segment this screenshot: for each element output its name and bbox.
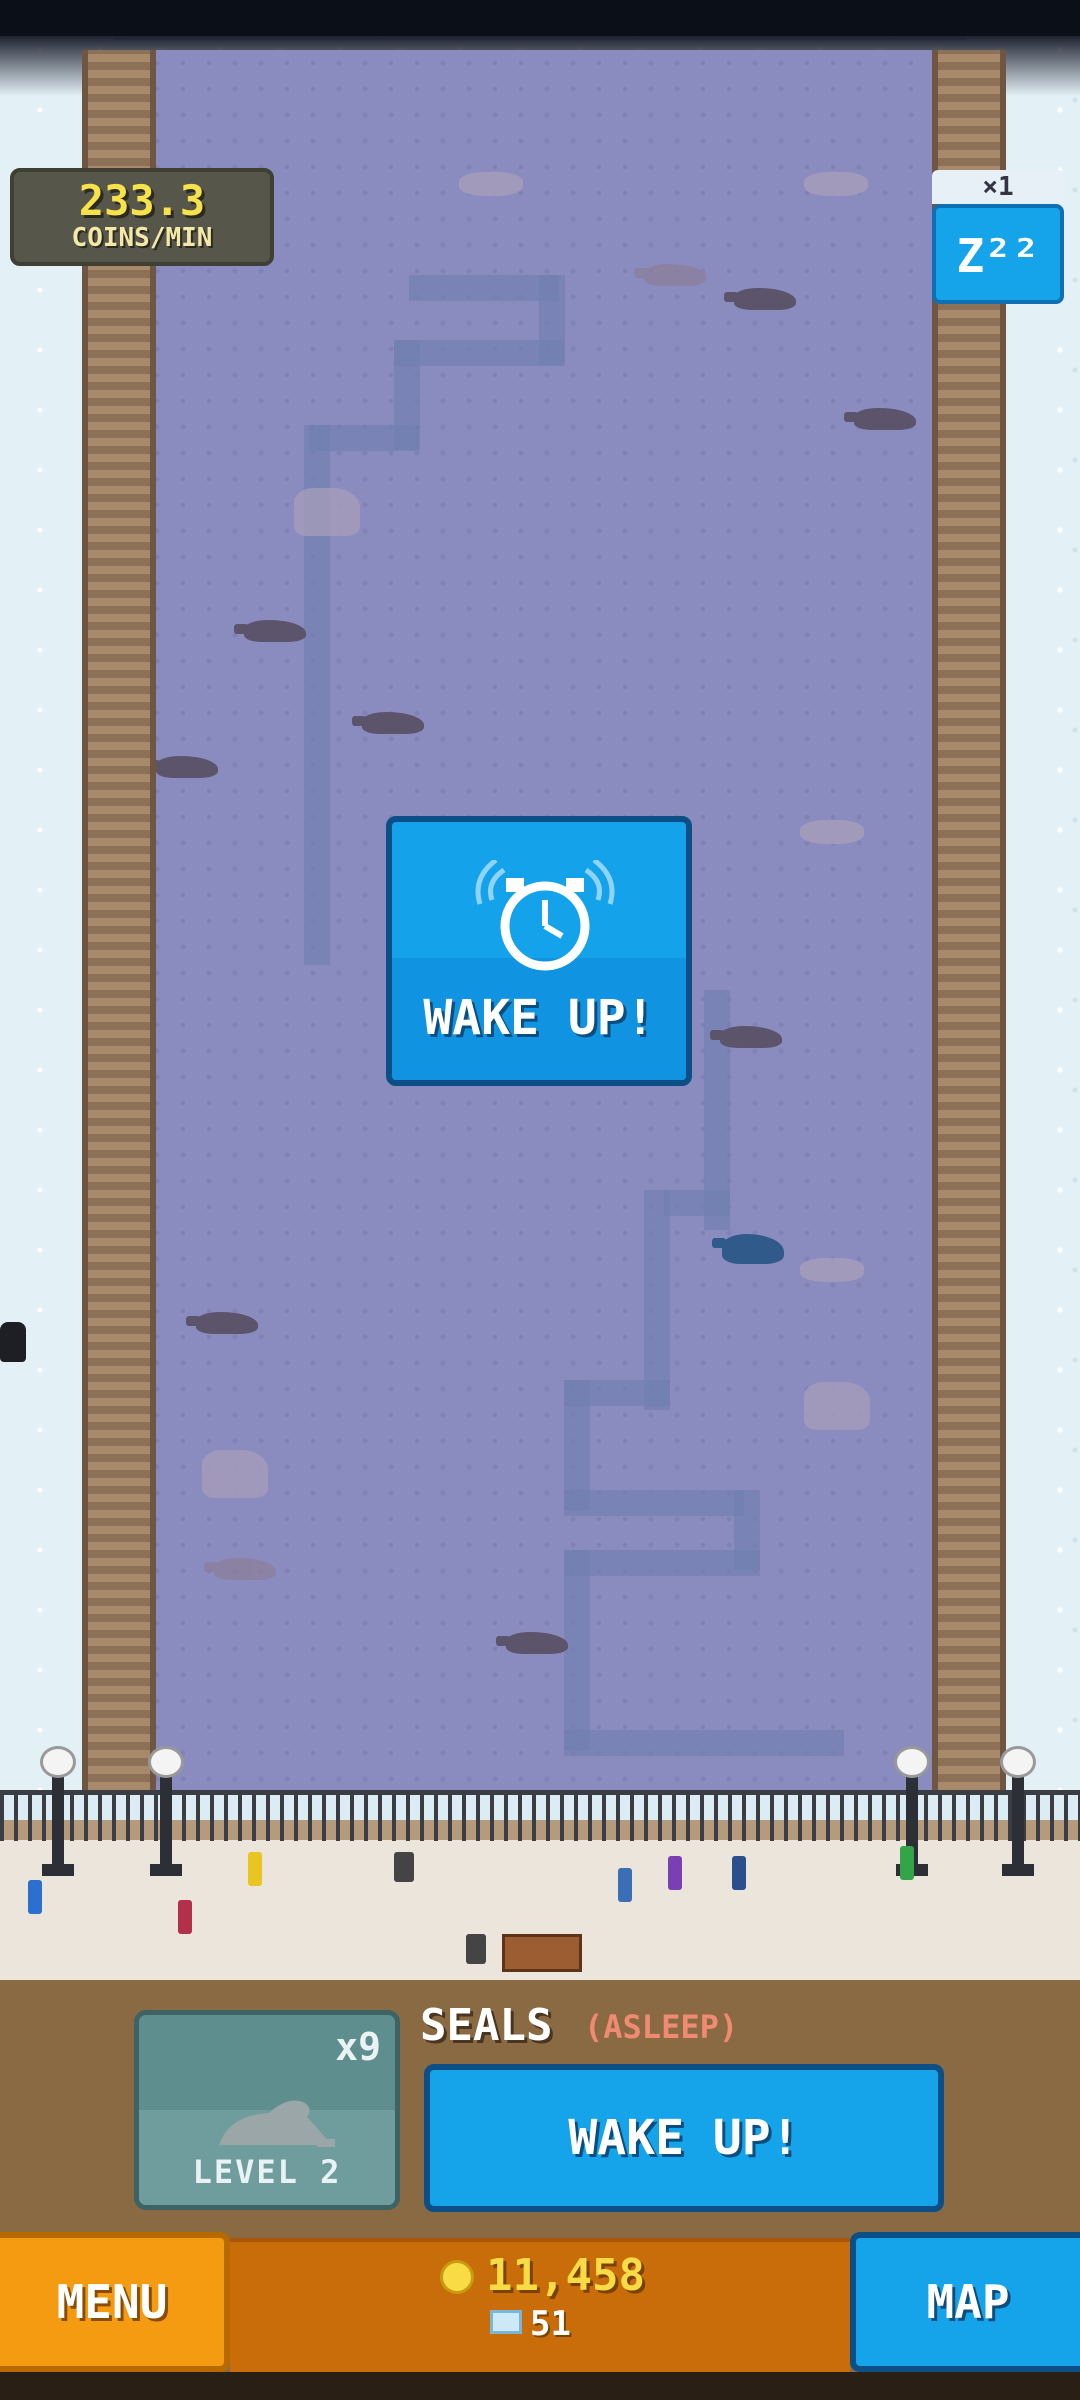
swim-trail (564, 1550, 760, 1576)
wake-up-overlay-label: WAKE UP! (423, 990, 655, 1046)
visitor (28, 1880, 42, 1914)
exhibit-card[interactable]: x9 LEVEL 2 (134, 2010, 400, 2210)
lamp-post (148, 1746, 184, 1876)
sleep-button[interactable]: Z²² (932, 204, 1064, 304)
exhibit-level: LEVEL 2 (192, 2153, 342, 2191)
wake-up-button[interactable]: WAKE UP! (424, 2064, 944, 2212)
sleep-multiplier: ×1 (932, 170, 1064, 204)
seal[interactable] (634, 264, 706, 286)
map-button[interactable]: MAP (850, 2232, 1080, 2372)
ticket-balance: 51 (530, 2304, 571, 2344)
visitor (178, 1900, 192, 1934)
coin-rate-value: 233.3 (78, 176, 206, 225)
rock (804, 1382, 870, 1430)
seal[interactable] (204, 1558, 276, 1580)
swim-trail (644, 1190, 670, 1410)
seal[interactable] (844, 408, 916, 430)
visitor (900, 1846, 914, 1880)
rock (202, 1450, 268, 1498)
seal-icon (219, 2100, 335, 2147)
visitor (732, 1856, 746, 1890)
trash-bin (394, 1852, 414, 1882)
rock (804, 172, 868, 196)
status-bar (0, 0, 1080, 36)
swim-trail (564, 1490, 744, 1516)
swim-trail (564, 1730, 844, 1756)
seal[interactable] (724, 288, 796, 310)
exhibit-status: (ASLEEP) (584, 2008, 739, 2046)
seal[interactable] (710, 1026, 782, 1048)
penguin (0, 1322, 26, 1362)
enclosure-wall-left (82, 50, 156, 1790)
lamp-post (40, 1746, 76, 1876)
lamp-post (1000, 1746, 1036, 1876)
exhibit-name: SEALS (420, 2000, 553, 2051)
coin-rate-unit: COINS/MIN (71, 223, 213, 253)
seal[interactable] (146, 756, 218, 778)
rock (459, 172, 523, 196)
swim-trail (664, 1190, 730, 1216)
wake-up-overlay-button[interactable]: WAKE UP! (386, 816, 692, 1086)
swim-trail (564, 1550, 590, 1750)
visitor (668, 1856, 682, 1890)
coin-balance: 11,458 (486, 2250, 645, 2301)
seal[interactable] (234, 620, 306, 642)
rock (800, 820, 864, 844)
enclosure-wall-right (932, 50, 1006, 1790)
visitor (248, 1852, 262, 1886)
ticket-icon (490, 2310, 522, 2334)
coin-rate-badge: 233.3 COINS/MIN (10, 168, 274, 266)
swim-trail (409, 275, 559, 301)
seal[interactable] (496, 1632, 568, 1654)
system-nav-bar (0, 2372, 1080, 2400)
menu-button[interactable]: MENU (0, 2232, 230, 2372)
coin-icon (440, 2260, 474, 2294)
alarm-clock-icon (475, 860, 615, 971)
rock (800, 1258, 864, 1282)
bench (502, 1934, 582, 1972)
trash-bin (466, 1934, 486, 1964)
visitor (618, 1868, 632, 1902)
animal-count: x9 (335, 2025, 381, 2069)
rock (294, 488, 360, 536)
seal[interactable] (186, 1312, 258, 1334)
seal[interactable] (712, 1234, 784, 1264)
seal[interactable] (352, 712, 424, 734)
zzz-icon: Z²² (956, 229, 1040, 283)
